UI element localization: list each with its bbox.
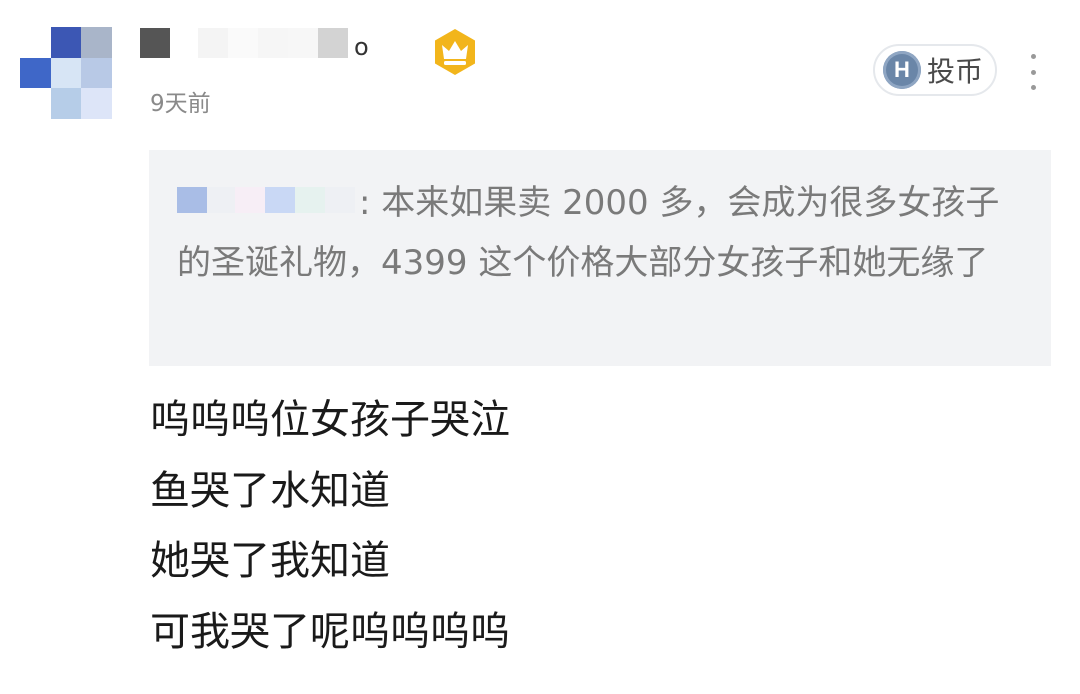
quoted-author-name[interactable]	[177, 183, 357, 227]
coin-icon-letter: H	[894, 57, 910, 82]
comment-line: 可我哭了呢呜呜呜呜	[150, 608, 510, 655]
quote-separator: :	[359, 183, 371, 223]
coin-icon: H	[883, 51, 921, 89]
comment-body: 呜呜呜位女孩子哭泣 鱼哭了水知道 她哭了我知道 可我哭了呢呜呜呜呜	[150, 385, 510, 667]
comment-line: 鱼哭了水知道	[150, 467, 390, 514]
timestamp: 9天前	[150, 91, 211, 117]
quoted-comment-text: : 本来如果卖 2000 多，会成为很多女孩子的圣诞礼物，4399 这个价格大部…	[177, 173, 1021, 293]
more-options-icon[interactable]	[1022, 54, 1044, 90]
coin-button[interactable]: H 投币	[873, 44, 997, 96]
avatar[interactable]	[20, 27, 112, 119]
coin-button-label: 投币	[927, 55, 984, 88]
username-visible-text: o	[354, 33, 369, 61]
comment-line: 呜呜呜位女孩子哭泣	[150, 397, 510, 443]
comment-line: 她哭了我知道	[150, 538, 390, 584]
quoted-comment: : 本来如果卖 2000 多，会成为很多女孩子的圣诞礼物，4399 这个价格大部…	[149, 150, 1051, 366]
crown-icon	[430, 27, 480, 77]
comment-card: o 9天前 H 投币 : 本来如果卖 2000 多，会成为很多女孩子的圣诞礼物，…	[0, 0, 1080, 694]
username[interactable]: o	[140, 27, 369, 61]
